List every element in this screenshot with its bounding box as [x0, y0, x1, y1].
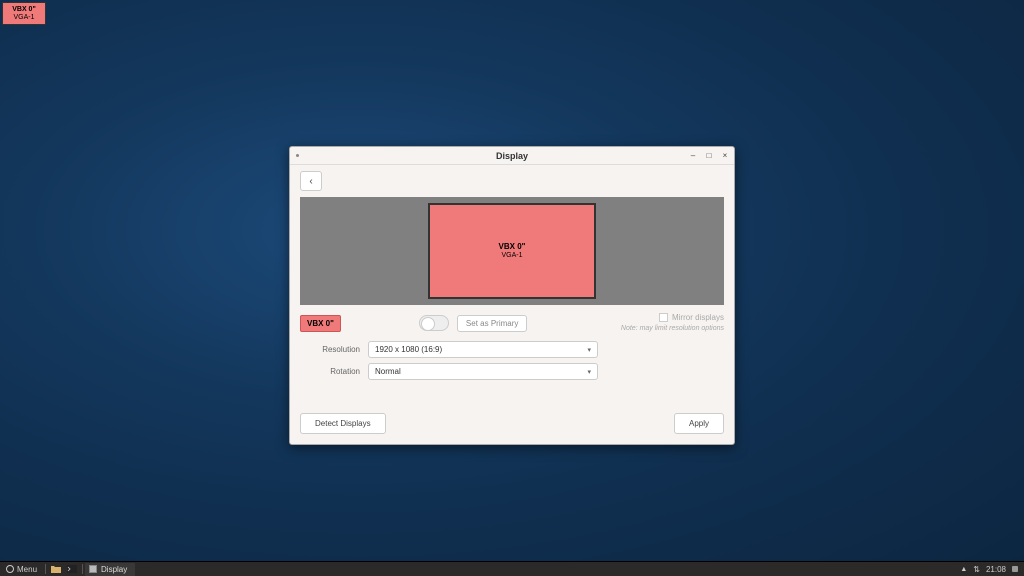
window-titlebar[interactable]: Display – □ × [290, 147, 734, 165]
resolution-label: Resolution [300, 345, 368, 354]
chevron-down-icon: ▾ [587, 346, 591, 354]
selected-display-tag[interactable]: VBX 0" [300, 315, 341, 332]
minimize-button[interactable]: – [688, 149, 698, 161]
tray-indicator-icon[interactable]: ▲ [960, 566, 967, 573]
resolution-row: Resolution 1920 x 1080 (16:9) ▾ [300, 341, 724, 358]
bottom-button-row: Detect Displays Apply [300, 413, 724, 434]
folder-icon [51, 565, 61, 573]
terminal-launcher[interactable] [64, 562, 80, 576]
maximize-button[interactable]: □ [704, 149, 714, 161]
menu-icon [6, 565, 14, 573]
window-buttons: – □ × [688, 149, 730, 161]
back-button[interactable]: ‹ [300, 171, 322, 191]
taskbar: Menu Display ▲ ⇅ 21:08 [0, 561, 1024, 576]
start-menu-button[interactable]: Menu [0, 562, 43, 576]
close-button[interactable]: × [720, 149, 730, 161]
detect-displays-button[interactable]: Detect Displays [300, 413, 386, 434]
preview-display-name: VBX 0" [499, 242, 526, 252]
task-label: Display [101, 565, 127, 574]
mirror-label: Mirror displays [672, 313, 724, 323]
mirror-block: Mirror displays Note: may limit resoluti… [621, 313, 724, 333]
file-manager-launcher[interactable] [48, 562, 64, 576]
clock[interactable]: 21:08 [986, 565, 1006, 574]
apply-button[interactable]: Apply [674, 413, 724, 434]
display-preview-monitor[interactable]: VBX 0" VGA-1 [428, 203, 596, 299]
rotation-label: Rotation [300, 367, 368, 376]
overlay-name: VBX 0" [5, 6, 43, 14]
display-identify-overlay: VBX 0" VGA-1 [2, 2, 46, 25]
display-settings-window: Display – □ × ‹ VBX 0" VGA-1 VBX 0" Set … [289, 146, 735, 445]
system-tray: ▲ ⇅ 21:08 [960, 565, 1024, 574]
rotation-select[interactable]: Normal ▾ [368, 363, 598, 380]
display-enabled-toggle[interactable] [419, 315, 449, 331]
rotation-value: Normal [375, 367, 401, 376]
chevron-left-icon: ‹ [309, 176, 312, 187]
window-content: ‹ VBX 0" VGA-1 VBX 0" Set as Primary Mir… [290, 165, 734, 444]
checkbox-icon [659, 313, 668, 322]
mirror-displays-checkbox[interactable]: Mirror displays [659, 313, 724, 323]
resolution-value: 1920 x 1080 (16:9) [375, 345, 442, 354]
menu-label: Menu [17, 565, 37, 574]
resolution-select[interactable]: 1920 x 1080 (16:9) ▾ [368, 341, 598, 358]
set-primary-button[interactable]: Set as Primary [457, 315, 527, 332]
window-title: Display [290, 151, 734, 161]
app-icon [89, 565, 97, 573]
taskbar-task-display[interactable]: Display [85, 563, 135, 576]
chevron-down-icon: ▾ [587, 368, 591, 376]
tray-end-icon[interactable] [1012, 566, 1018, 572]
preview-display-connector: VGA-1 [501, 252, 522, 260]
network-icon[interactable]: ⇅ [973, 565, 980, 574]
separator [82, 564, 83, 574]
mirror-note: Note: may limit resolution options [621, 325, 724, 333]
separator [45, 564, 46, 574]
rotation-row: Rotation Normal ▾ [300, 363, 724, 380]
display-controls-row: VBX 0" Set as Primary Mirror displays No… [300, 313, 724, 333]
overlay-connector: VGA-1 [5, 14, 43, 22]
terminal-icon [67, 565, 77, 573]
display-arrangement-area[interactable]: VBX 0" VGA-1 [300, 197, 724, 305]
